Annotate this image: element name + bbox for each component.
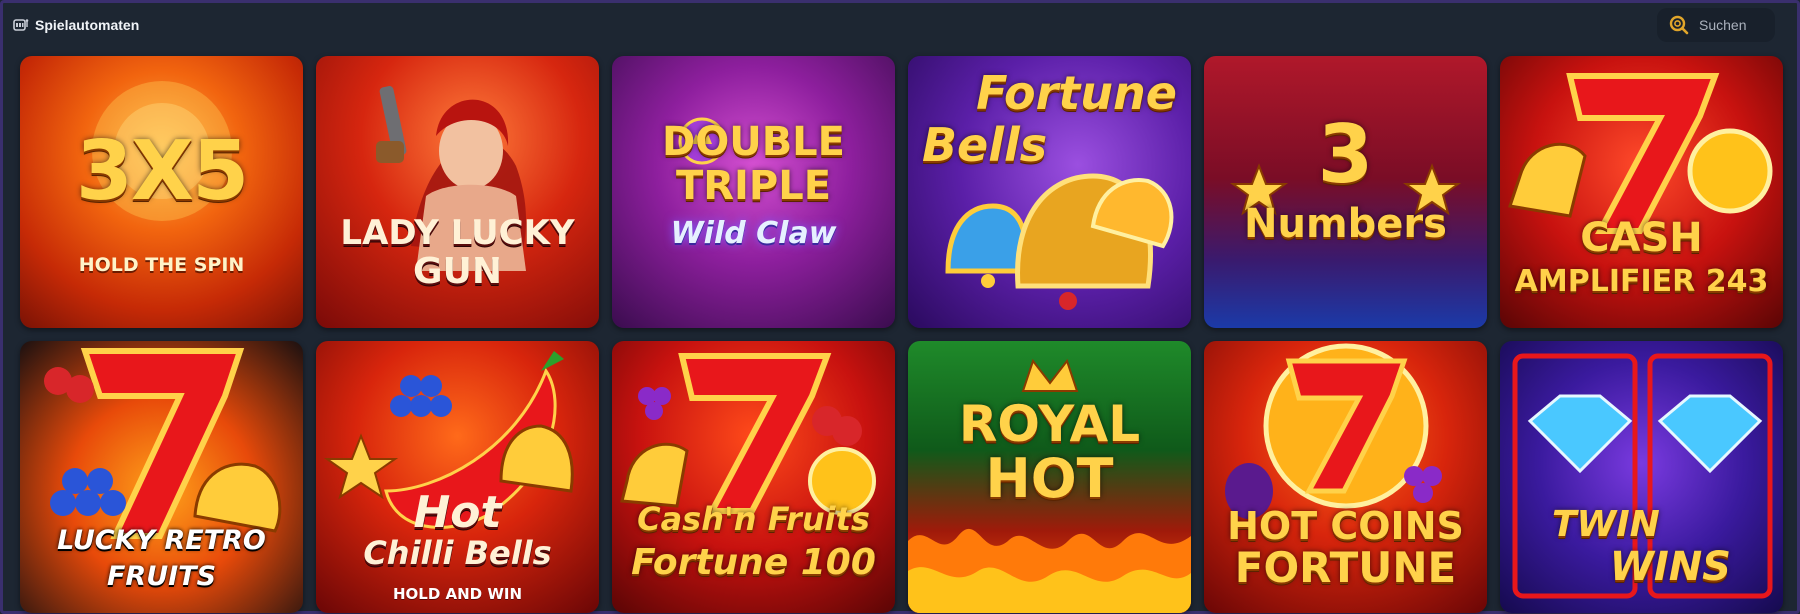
game-tile-lady-lucky-gun[interactable]: LADY LUCKY GUN: [316, 56, 599, 328]
section-title: Spielautomaten: [13, 17, 139, 33]
game-subtitle: AMPLIFIER 243: [1514, 264, 1769, 299]
game-title-line-2: WINS: [1609, 544, 1731, 590]
game-tile-3-numbers[interactable]: 3 Numbers: [1204, 56, 1487, 328]
game-title-line-2: TRIPLE: [675, 163, 832, 209]
game-tile-lucky-retro-fruits[interactable]: LUCKY RETRO FRUITS: [20, 341, 303, 613]
slot-machine-icon: [13, 18, 29, 32]
game-tile-double-triple-wild-claw[interactable]: DOUBLE TRIPLE Wild Claw: [612, 56, 895, 328]
game-title-line-1: TWIN: [1552, 504, 1660, 545]
game-title-line-1: Fortune: [976, 66, 1177, 120]
section-title-text: Spielautomaten: [35, 17, 140, 33]
game-title-line-1: LUCKY RETRO: [57, 525, 266, 556]
game-title-line-2: FORTUNE: [1234, 543, 1457, 592]
game-title-line-2: Bells: [922, 118, 1048, 172]
game-tile-hot-coins-fortune[interactable]: HOT COINS FORTUNE: [1204, 341, 1487, 613]
game-subtitle: HOLD THE SPIN: [78, 254, 245, 276]
game-tile-fortune-bells[interactable]: Fortune Bells: [908, 56, 1191, 328]
chilli-grapes-bell-art: [323, 351, 574, 529]
game-tile-3x5[interactable]: 3X5 HOLD THE SPIN: [20, 56, 303, 328]
game-title: 3X5: [75, 124, 249, 219]
game-title-line-1: HOT COINS: [1227, 504, 1464, 548]
search-input[interactable]: [1699, 17, 1759, 33]
game-grid: 3X5 HOLD THE SPIN LADY LUCKY GUN DOUBLE …: [20, 56, 1783, 613]
game-tile-royal-hot[interactable]: ROYAL HOT: [908, 341, 1191, 613]
game-title-line-2: Chilli Bells: [363, 534, 552, 572]
game-title-line-2: HOT: [985, 447, 1114, 510]
game-title-line-1: Hot: [413, 487, 502, 538]
game-tile-twin-wins[interactable]: TWIN WINS: [1500, 341, 1783, 613]
game-subtitle: Wild Claw: [670, 216, 837, 251]
search-box[interactable]: [1657, 8, 1775, 42]
game-title: CASH: [1580, 215, 1703, 261]
game-title-line-2: Numbers: [1244, 201, 1447, 247]
game-section: Spielautomaten 3X5 HOLD THE SPIN: [0, 0, 1800, 614]
game-tile-cashn-fruits-fortune-100[interactable]: Cash'n Fruits Fortune 100: [612, 341, 895, 613]
game-title-line-1: Cash'n Fruits: [637, 500, 870, 538]
game-title-line-2: GUN: [413, 251, 502, 292]
game-title-line-1: DOUBLE: [662, 119, 845, 165]
game-tile-hot-chilli-bells[interactable]: Hot Chilli Bells HOLD AND WIN: [316, 341, 599, 613]
game-title-line-2: FRUITS: [106, 561, 217, 592]
search-icon[interactable]: [1669, 15, 1689, 35]
game-title-line-1: LADY LUCKY: [340, 213, 575, 253]
game-tile-cash-amplifier-243[interactable]: CASH AMPLIFIER 243: [1500, 56, 1783, 328]
game-title-line-2: Fortune 100: [631, 542, 876, 583]
section-header: Spielautomaten: [13, 3, 1787, 47]
game-subtitle: HOLD AND WIN: [392, 585, 523, 603]
game-title-line-1: ROYAL: [958, 395, 1141, 453]
game-title-line-1: 3: [1317, 108, 1374, 201]
